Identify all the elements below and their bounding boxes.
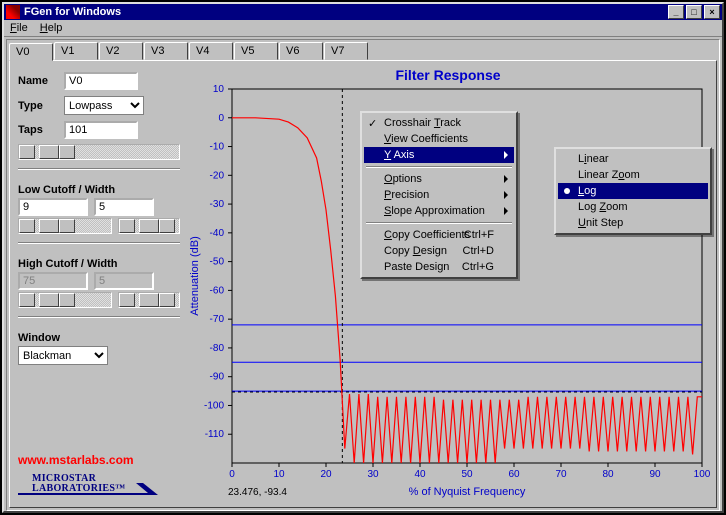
app-title: FGen for Windows: [24, 6, 666, 18]
context-menu[interactable]: ✓Crosshair TrackView CoefficientsY Axis O…: [360, 111, 518, 279]
svg-text:90: 90: [649, 469, 661, 480]
svg-text:Attenuation (dB): Attenuation (dB): [189, 236, 201, 316]
tab-content: Name Type Lowpass Taps Low Cutoff / Widt…: [9, 60, 717, 508]
maximize-button[interactable]: □: [686, 5, 702, 19]
taps-slider[interactable]: [18, 144, 180, 160]
menubar: File Help: [4, 20, 722, 37]
tab-v3[interactable]: V3: [144, 42, 188, 60]
low-cutoff-slider[interactable]: [18, 218, 112, 234]
high-width-input: [94, 272, 154, 290]
type-select[interactable]: Lowpass: [64, 96, 144, 115]
svg-text:0: 0: [229, 469, 235, 480]
menu-item[interactable]: Precision: [364, 187, 514, 203]
titlebar[interactable]: FGen for Windows _ □ ×: [4, 4, 722, 20]
window-select[interactable]: Blackman: [18, 346, 108, 365]
svg-text:100: 100: [694, 469, 711, 480]
svg-text:80: 80: [602, 469, 614, 480]
svg-text:60: 60: [508, 469, 520, 480]
high-cutoff-label: High Cutoff / Width: [18, 258, 180, 270]
svg-text:0: 0: [218, 113, 224, 124]
menu-item[interactable]: Y Axis: [364, 147, 514, 163]
tab-v2[interactable]: V2: [99, 42, 143, 60]
submenu-item[interactable]: Linear Zoom: [558, 167, 708, 183]
svg-text:50: 50: [461, 469, 473, 480]
menu-item[interactable]: Copy CoefficientsCtrl+F: [364, 227, 514, 243]
low-width-input[interactable]: [94, 198, 154, 216]
taps-label: Taps: [18, 124, 64, 136]
type-label: Type: [18, 100, 64, 112]
svg-text:-70: -70: [210, 314, 225, 325]
low-cutoff-input[interactable]: [18, 198, 88, 216]
submenu-item[interactable]: Unit Step: [558, 215, 708, 231]
submenu-item[interactable]: Log: [558, 183, 708, 199]
svg-text:-100: -100: [204, 400, 224, 411]
low-width-slider[interactable]: [118, 218, 180, 234]
tab-v7[interactable]: V7: [324, 42, 368, 60]
svg-text:-40: -40: [210, 228, 225, 239]
menu-help[interactable]: Help: [40, 22, 63, 34]
name-input[interactable]: [64, 72, 138, 90]
svg-text:-90: -90: [210, 372, 225, 383]
params-panel: Name Type Lowpass Taps Low Cutoff / Widt…: [14, 65, 184, 503]
svg-text:20: 20: [320, 469, 332, 480]
brand-url[interactable]: www.mstarlabs.com: [18, 453, 180, 467]
app-icon: [6, 5, 20, 19]
name-label: Name: [18, 75, 64, 87]
menu-item[interactable]: Copy DesignCtrl+D: [364, 243, 514, 259]
svg-text:10: 10: [213, 84, 225, 95]
close-button[interactable]: ×: [704, 5, 720, 19]
menu-item[interactable]: Slope Approximation: [364, 203, 514, 219]
taps-input[interactable]: [64, 121, 138, 139]
submenu-item[interactable]: Linear: [558, 151, 708, 167]
client-area: V0V1V2V3V4V5V6V7 Name Type Lowpass Taps …: [6, 39, 720, 511]
tab-v5[interactable]: V5: [234, 42, 278, 60]
svg-text:-80: -80: [210, 343, 225, 354]
svg-text:10: 10: [273, 469, 285, 480]
svg-text:23.476, -93.4: 23.476, -93.4: [228, 487, 287, 498]
high-cutoff-slider: [18, 292, 112, 308]
tabs: V0V1V2V3V4V5V6V7: [7, 40, 719, 60]
svg-text:40: 40: [414, 469, 426, 480]
tab-v0[interactable]: V0: [9, 43, 53, 61]
menu-item[interactable]: ✓Crosshair Track: [364, 115, 514, 131]
window-label: Window: [18, 332, 180, 344]
high-width-slider: [118, 292, 180, 308]
app-window: FGen for Windows _ □ × File Help V0V1V2V…: [2, 2, 724, 513]
tab-v1[interactable]: V1: [54, 42, 98, 60]
menu-item[interactable]: Options: [364, 171, 514, 187]
svg-text:-30: -30: [210, 199, 225, 210]
menu-item[interactable]: Paste DesignCtrl+G: [364, 259, 514, 275]
tab-v4[interactable]: V4: [189, 42, 233, 60]
chart-title: Filter Response: [395, 67, 500, 83]
context-submenu-yaxis[interactable]: LinearLinear ZoomLogLog ZoomUnit Step: [554, 147, 712, 235]
low-cutoff-label: Low Cutoff / Width: [18, 184, 180, 196]
menu-file[interactable]: File: [10, 22, 28, 34]
high-cutoff-input: [18, 272, 88, 290]
svg-text:-60: -60: [210, 285, 225, 296]
svg-text:70: 70: [555, 469, 567, 480]
brand-logo: MICROSTAR LABORATORIES™: [18, 471, 180, 499]
svg-text:30: 30: [367, 469, 379, 480]
svg-text:-10: -10: [210, 142, 225, 153]
svg-text:-20: -20: [210, 170, 225, 181]
svg-text:-110: -110: [205, 429, 225, 440]
svg-text:LABORATORIES™: LABORATORIES™: [32, 483, 126, 494]
svg-text:% of Nyquist Frequency: % of Nyquist Frequency: [409, 486, 526, 498]
submenu-item[interactable]: Log Zoom: [558, 199, 708, 215]
svg-text:-50: -50: [210, 257, 225, 268]
tab-v6[interactable]: V6: [279, 42, 323, 60]
menu-item[interactable]: View Coefficients: [364, 131, 514, 147]
minimize-button[interactable]: _: [668, 5, 684, 19]
